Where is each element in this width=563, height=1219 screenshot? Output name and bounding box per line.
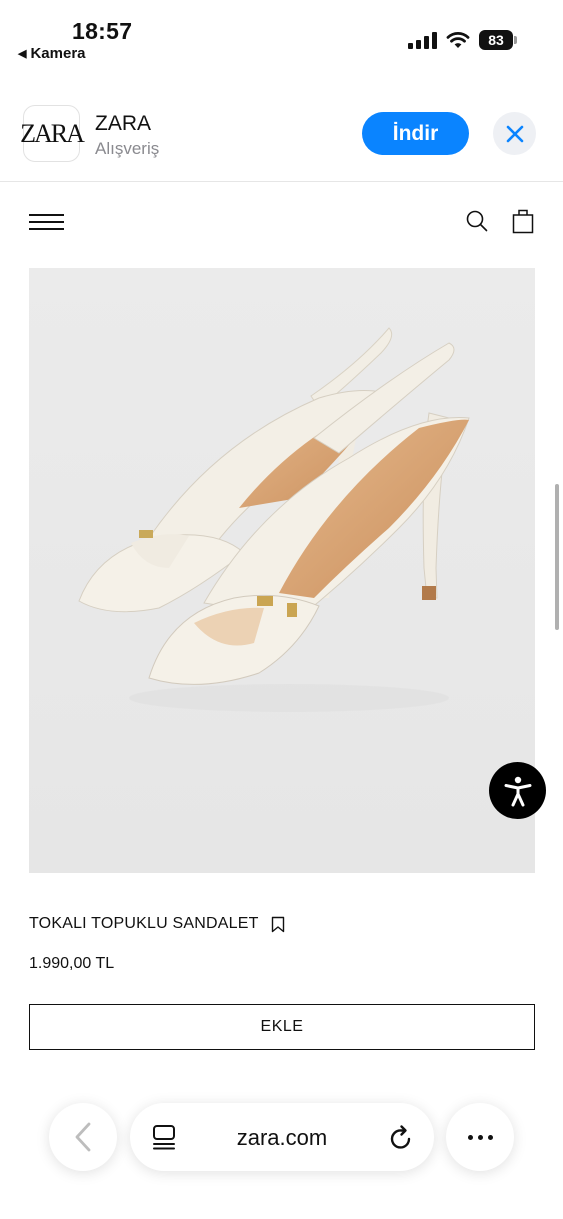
product-name: TOKALI TOPUKLU SANDALET	[29, 915, 259, 932]
more-dots-icon	[467, 1134, 473, 1140]
bookmark-icon[interactable]	[271, 916, 285, 933]
wifi-icon	[446, 32, 470, 48]
close-icon	[506, 125, 523, 142]
product-name-row: TOKALI TOPUKLU SANDALET	[29, 915, 285, 933]
shoe-illustration	[29, 268, 535, 873]
add-to-cart-button[interactable]: EKLE	[29, 1004, 535, 1050]
app-icon[interactable]: ZARA	[20, 105, 85, 162]
app-logo-text: ZARA	[20, 118, 85, 148]
accessibility-button[interactable]	[489, 762, 546, 819]
search-icon[interactable]	[465, 209, 489, 233]
app-banner: ZARA ZARA Alışveriş İndir	[0, 100, 563, 182]
back-to-app-link[interactable]: ◀ Kamera	[18, 45, 86, 62]
product-image[interactable]	[29, 268, 535, 873]
hamburger-menu-icon[interactable]	[29, 214, 64, 230]
accessibility-icon	[504, 776, 531, 806]
app-name: ZARA	[95, 112, 152, 135]
more-options-button[interactable]	[446, 1103, 514, 1171]
cellular-signal-icon	[408, 31, 437, 49]
status-icons: 83	[408, 30, 517, 50]
scroll-indicator[interactable]	[555, 484, 559, 630]
shopping-bag-icon[interactable]	[512, 208, 534, 234]
battery-icon: 83	[479, 30, 517, 50]
chevron-left-icon	[75, 1122, 91, 1152]
app-category: Alışveriş	[95, 139, 160, 158]
browser-back-button[interactable]	[49, 1103, 117, 1171]
address-bar[interactable]: zara.com	[130, 1103, 434, 1171]
download-app-button[interactable]: İndir	[362, 112, 469, 155]
status-time: 18:57	[72, 18, 133, 44]
product-price: 1.990,00 TL	[29, 955, 115, 972]
reload-icon[interactable]	[388, 1123, 414, 1151]
status-bar: 18:57 ◀ Kamera 83	[0, 0, 563, 70]
back-triangle-icon: ◀	[18, 48, 27, 60]
site-header	[0, 195, 563, 250]
close-banner-button[interactable]	[493, 112, 536, 155]
battery-level: 83	[479, 30, 513, 50]
back-app-label: Kamera	[30, 45, 86, 62]
